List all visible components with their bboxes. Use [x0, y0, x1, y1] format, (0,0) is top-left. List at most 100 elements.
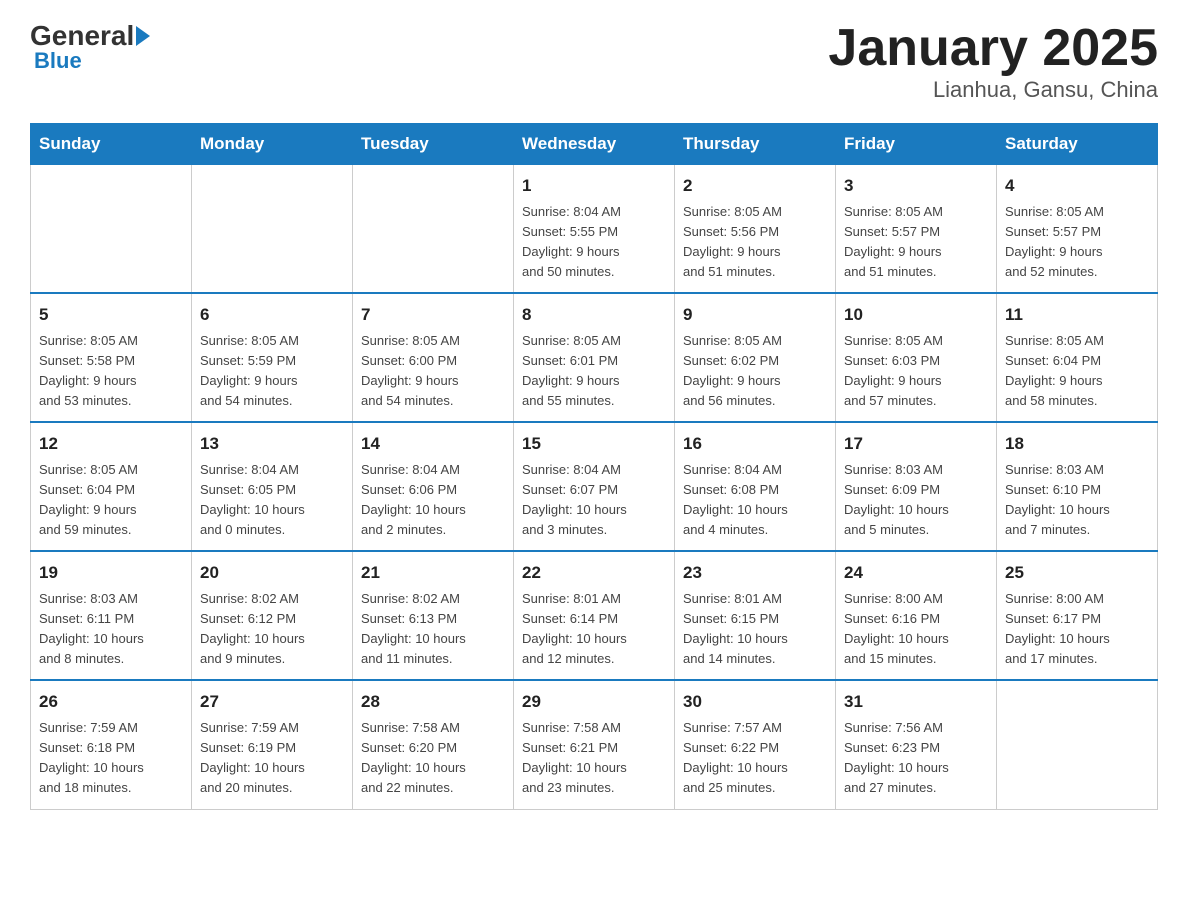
day-info: Sunrise: 8:05 AMSunset: 6:03 PMDaylight:… — [844, 331, 988, 412]
calendar-day-15: 15 Sunrise: 8:04 AMSunset: 6:07 PMDayligh… — [514, 422, 675, 551]
day-number: 24 — [844, 560, 988, 586]
day-number: 19 — [39, 560, 183, 586]
logo-blue-text: Blue — [34, 48, 82, 74]
day-info: Sunrise: 8:04 AMSunset: 6:08 PMDaylight:… — [683, 460, 827, 541]
calendar-month-year: January 2025 — [828, 20, 1158, 77]
calendar-day-empty — [997, 680, 1158, 809]
day-info: Sunrise: 7:58 AMSunset: 6:20 PMDaylight:… — [361, 718, 505, 799]
calendar-day-16: 16 Sunrise: 8:04 AMSunset: 6:08 PMDayligh… — [675, 422, 836, 551]
weekday-header-thursday: Thursday — [675, 124, 836, 165]
day-number: 4 — [1005, 173, 1149, 199]
calendar-week-row: 5Sunrise: 8:05 AMSunset: 5:58 PMDaylight… — [31, 293, 1158, 422]
calendar-week-row: 12 Sunrise: 8:05 AMSunset: 6:04 PMDayligh… — [31, 422, 1158, 551]
logo: General Blue — [30, 20, 152, 74]
calendar-day-empty — [31, 165, 192, 294]
day-number: 21 — [361, 560, 505, 586]
day-number: 26 — [39, 689, 183, 715]
day-number: 14 — [361, 431, 505, 457]
calendar-week-row: 1 Sunrise: 8:04 AMSunset: 5:55 PMDaylight… — [31, 165, 1158, 294]
calendar-day-31: 31 Sunrise: 7:56 AMSunset: 6:23 PMDayligh… — [836, 680, 997, 809]
calendar-day-12: 12 Sunrise: 8:05 AMSunset: 6:04 PMDayligh… — [31, 422, 192, 551]
day-info: Sunrise: 7:57 AMSunset: 6:22 PMDaylight:… — [683, 718, 827, 799]
calendar-day-3: 3Sunrise: 8:05 AMSunset: 5:57 PMDaylight… — [836, 165, 997, 294]
day-info: Sunrise: 8:02 AMSunset: 6:12 PMDaylight:… — [200, 589, 344, 670]
logo-arrow-icon — [136, 26, 150, 46]
calendar-day-5: 5Sunrise: 8:05 AMSunset: 5:58 PMDaylight… — [31, 293, 192, 422]
calendar-location: Lianhua, Gansu, China — [828, 77, 1158, 103]
day-info: Sunrise: 7:56 AMSunset: 6:23 PMDaylight:… — [844, 718, 988, 799]
weekday-header-row: SundayMondayTuesdayWednesdayThursdayFrid… — [31, 124, 1158, 165]
day-number: 25 — [1005, 560, 1149, 586]
day-info: Sunrise: 8:01 AMSunset: 6:15 PMDaylight:… — [683, 589, 827, 670]
day-info: Sunrise: 8:01 AMSunset: 6:14 PMDaylight:… — [522, 589, 666, 670]
day-info: Sunrise: 8:05 AMSunset: 5:59 PMDaylight:… — [200, 331, 344, 412]
day-info: Sunrise: 8:05 AMSunset: 6:04 PMDaylight:… — [39, 460, 183, 541]
weekday-header-tuesday: Tuesday — [353, 124, 514, 165]
day-number: 17 — [844, 431, 988, 457]
calendar-day-9: 9Sunrise: 8:05 AMSunset: 6:02 PMDaylight… — [675, 293, 836, 422]
weekday-header-sunday: Sunday — [31, 124, 192, 165]
day-number: 6 — [200, 302, 344, 328]
day-number: 9 — [683, 302, 827, 328]
day-info: Sunrise: 8:00 AMSunset: 6:17 PMDaylight:… — [1005, 589, 1149, 670]
calendar-day-28: 28Sunrise: 7:58 AMSunset: 6:20 PMDayligh… — [353, 680, 514, 809]
day-number: 11 — [1005, 302, 1149, 328]
calendar-day-29: 29 Sunrise: 7:58 AMSunset: 6:21 PMDayligh… — [514, 680, 675, 809]
day-number: 15 — [522, 431, 666, 457]
calendar-day-13: 13Sunrise: 8:04 AMSunset: 6:05 PMDayligh… — [192, 422, 353, 551]
calendar-day-6: 6 Sunrise: 8:05 AMSunset: 5:59 PMDaylight… — [192, 293, 353, 422]
day-number: 12 — [39, 431, 183, 457]
day-number: 29 — [522, 689, 666, 715]
calendar-day-11: 11Sunrise: 8:05 AMSunset: 6:04 PMDayligh… — [997, 293, 1158, 422]
calendar-day-22: 22 Sunrise: 8:01 AMSunset: 6:14 PMDayligh… — [514, 551, 675, 680]
calendar-day-17: 17Sunrise: 8:03 AMSunset: 6:09 PMDayligh… — [836, 422, 997, 551]
weekday-header-friday: Friday — [836, 124, 997, 165]
day-info: Sunrise: 8:04 AMSunset: 6:07 PMDaylight:… — [522, 460, 666, 541]
day-info: Sunrise: 8:05 AMSunset: 6:01 PMDaylight:… — [522, 331, 666, 412]
weekday-header-wednesday: Wednesday — [514, 124, 675, 165]
calendar-day-27: 27 Sunrise: 7:59 AMSunset: 6:19 PMDayligh… — [192, 680, 353, 809]
day-info: Sunrise: 7:58 AMSunset: 6:21 PMDaylight:… — [522, 718, 666, 799]
calendar-week-row: 26Sunrise: 7:59 AMSunset: 6:18 PMDayligh… — [31, 680, 1158, 809]
day-number: 27 — [200, 689, 344, 715]
day-number: 31 — [844, 689, 988, 715]
calendar-day-14: 14Sunrise: 8:04 AMSunset: 6:06 PMDayligh… — [353, 422, 514, 551]
page-header: General Blue January 2025 Lianhua, Gansu… — [30, 20, 1158, 103]
day-info: Sunrise: 7:59 AMSunset: 6:19 PMDaylight:… — [200, 718, 344, 799]
calendar-day-30: 30 Sunrise: 7:57 AMSunset: 6:22 PMDayligh… — [675, 680, 836, 809]
calendar-day-20: 20 Sunrise: 8:02 AMSunset: 6:12 PMDayligh… — [192, 551, 353, 680]
day-info: Sunrise: 8:05 AMSunset: 5:56 PMDaylight:… — [683, 202, 827, 283]
day-info: Sunrise: 8:04 AMSunset: 6:05 PMDaylight:… — [200, 460, 344, 541]
day-number: 2 — [683, 173, 827, 199]
calendar-week-row: 19 Sunrise: 8:03 AMSunset: 6:11 PMDayligh… — [31, 551, 1158, 680]
day-info: Sunrise: 8:04 AMSunset: 5:55 PMDaylight:… — [522, 202, 666, 283]
day-number: 1 — [522, 173, 666, 199]
day-number: 23 — [683, 560, 827, 586]
calendar-header: SundayMondayTuesdayWednesdayThursdayFrid… — [31, 124, 1158, 165]
calendar-day-19: 19 Sunrise: 8:03 AMSunset: 6:11 PMDayligh… — [31, 551, 192, 680]
day-number: 16 — [683, 431, 827, 457]
day-number: 7 — [361, 302, 505, 328]
calendar-day-7: 7 Sunrise: 8:05 AMSunset: 6:00 PMDaylight… — [353, 293, 514, 422]
day-info: Sunrise: 8:03 AMSunset: 6:11 PMDaylight:… — [39, 589, 183, 670]
day-info: Sunrise: 8:00 AMSunset: 6:16 PMDaylight:… — [844, 589, 988, 670]
calendar-day-4: 4Sunrise: 8:05 AMSunset: 5:57 PMDaylight… — [997, 165, 1158, 294]
calendar-day-empty — [192, 165, 353, 294]
weekday-header-saturday: Saturday — [997, 124, 1158, 165]
day-number: 20 — [200, 560, 344, 586]
day-number: 30 — [683, 689, 827, 715]
day-info: Sunrise: 8:05 AMSunset: 6:00 PMDaylight:… — [361, 331, 505, 412]
calendar-day-25: 25 Sunrise: 8:00 AMSunset: 6:17 PMDayligh… — [997, 551, 1158, 680]
day-number: 8 — [522, 302, 666, 328]
calendar-day-18: 18Sunrise: 8:03 AMSunset: 6:10 PMDayligh… — [997, 422, 1158, 551]
calendar-day-26: 26Sunrise: 7:59 AMSunset: 6:18 PMDayligh… — [31, 680, 192, 809]
day-info: Sunrise: 8:03 AMSunset: 6:10 PMDaylight:… — [1005, 460, 1149, 541]
calendar-day-1: 1 Sunrise: 8:04 AMSunset: 5:55 PMDaylight… — [514, 165, 675, 294]
day-number: 22 — [522, 560, 666, 586]
calendar-day-24: 24 Sunrise: 8:00 AMSunset: 6:16 PMDayligh… — [836, 551, 997, 680]
calendar-table: SundayMondayTuesdayWednesdayThursdayFrid… — [30, 123, 1158, 809]
calendar-title-block: January 2025 Lianhua, Gansu, China — [828, 20, 1158, 103]
day-info: Sunrise: 8:05 AMSunset: 5:58 PMDaylight:… — [39, 331, 183, 412]
calendar-body: 1 Sunrise: 8:04 AMSunset: 5:55 PMDaylight… — [31, 165, 1158, 809]
day-number: 3 — [844, 173, 988, 199]
